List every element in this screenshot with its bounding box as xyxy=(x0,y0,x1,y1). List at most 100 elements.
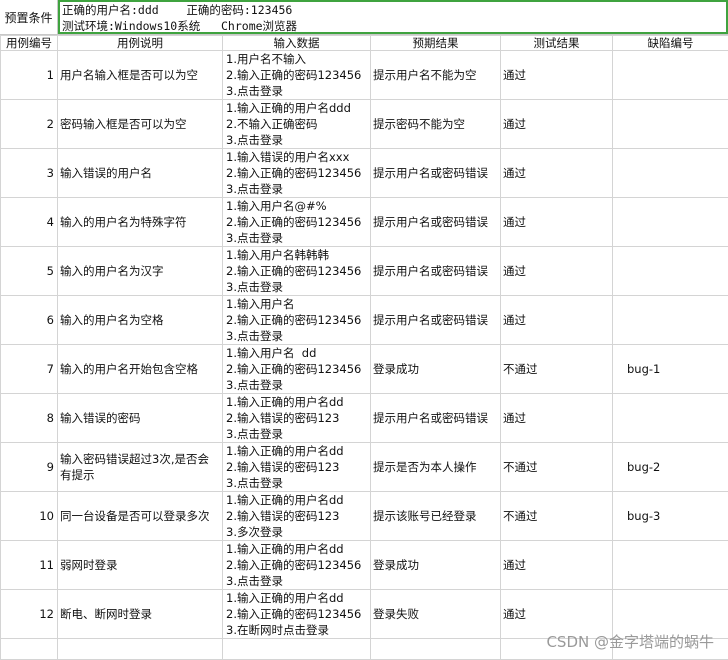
expected-cell[interactable]: 登录成功 xyxy=(371,345,501,394)
empty-cell[interactable] xyxy=(371,639,501,660)
input-step: 1.输入正确的用户名dd xyxy=(226,492,367,508)
case-desc-cell[interactable]: 输入的用户名为特殊字符 xyxy=(58,198,223,247)
input-step: 1.输入用户名@#% xyxy=(226,198,367,214)
precondition-label[interactable]: 预置条件 xyxy=(0,0,58,34)
case-id-cell[interactable]: 12 xyxy=(1,590,58,639)
header-bug-id[interactable]: 缺陷编号 xyxy=(613,36,728,51)
bug-id-cell[interactable] xyxy=(613,394,728,443)
case-id-cell[interactable]: 2 xyxy=(1,100,58,149)
case-desc-cell[interactable]: 断电、断网时登录 xyxy=(58,590,223,639)
header-input-data[interactable]: 输入数据 xyxy=(223,36,371,51)
empty-cell[interactable] xyxy=(58,639,223,660)
case-desc-cell[interactable]: 用户名输入框是否可以为空 xyxy=(58,51,223,100)
result-cell[interactable]: 通过 xyxy=(501,51,613,100)
input-data-cell[interactable]: 1.用户名不输入2.输入正确的密码1234563.点击登录 xyxy=(223,51,371,100)
empty-cell[interactable] xyxy=(223,639,371,660)
case-id-cell[interactable]: 7 xyxy=(1,345,58,394)
case-id-cell[interactable]: 9 xyxy=(1,443,58,492)
table-row: 2密码输入框是否可以为空1.输入正确的用户名ddd2.不输入正确密码3.点击登录… xyxy=(1,100,728,149)
input-data-cell[interactable]: 1.输入正确的用户名dd2.输入错误的密码1233.多次登录 xyxy=(223,492,371,541)
input-step: 1.用户名不输入 xyxy=(226,51,367,67)
expected-cell[interactable]: 提示用户名或密码错误 xyxy=(371,149,501,198)
case-desc-cell[interactable]: 密码输入框是否可以为空 xyxy=(58,100,223,149)
result-cell[interactable]: 通过 xyxy=(501,247,613,296)
precondition-cell[interactable]: 正确的用户名:ddd 正确的密码:123456 测试环境:Windows10系统… xyxy=(58,0,728,34)
header-case-desc[interactable]: 用例说明 xyxy=(58,36,223,51)
header-expected[interactable]: 预期结果 xyxy=(371,36,501,51)
expected-cell[interactable]: 提示用户名或密码错误 xyxy=(371,247,501,296)
case-desc-cell[interactable]: 同一台设备是否可以登录多次 xyxy=(58,492,223,541)
bug-id-cell[interactable]: bug-3 xyxy=(613,492,728,541)
input-data-cell[interactable]: 1.输入用户名 dd2.输入正确的密码1234563.点击登录 xyxy=(223,345,371,394)
empty-cell[interactable] xyxy=(1,639,58,660)
input-step: 2.输入正确的密码123456 xyxy=(226,67,367,83)
expected-cell[interactable]: 提示用户名不能为空 xyxy=(371,51,501,100)
input-data-cell[interactable]: 1.输入错误的用户名xxx2.输入正确的密码1234563.点击登录 xyxy=(223,149,371,198)
input-step: 3.点击登录 xyxy=(226,475,367,491)
result-cell[interactable]: 不通过 xyxy=(501,443,613,492)
expected-cell[interactable]: 登录失败 xyxy=(371,590,501,639)
case-desc-cell[interactable]: 输入错误的用户名 xyxy=(58,149,223,198)
table-row: 8输入错误的密码1.输入正确的用户名dd2.输入错误的密码1233.点击登录提示… xyxy=(1,394,728,443)
case-desc-cell[interactable]: 弱网时登录 xyxy=(58,541,223,590)
result-cell[interactable]: 通过 xyxy=(501,149,613,198)
header-case-id[interactable]: 用例编号 xyxy=(1,36,58,51)
result-cell[interactable]: 通过 xyxy=(501,198,613,247)
bug-id-cell[interactable]: bug-2 xyxy=(613,443,728,492)
expected-cell[interactable]: 提示用户名或密码错误 xyxy=(371,296,501,345)
result-cell[interactable]: 通过 xyxy=(501,541,613,590)
table-row: 5输入的用户名为汉字1.输入用户名韩韩韩2.输入正确的密码1234563.点击登… xyxy=(1,247,728,296)
case-id-cell[interactable]: 4 xyxy=(1,198,58,247)
precondition-line-2: 测试环境:Windows10系统 Chrome浏览器 xyxy=(62,18,724,34)
case-id-cell[interactable]: 10 xyxy=(1,492,58,541)
result-cell[interactable]: 通过 xyxy=(501,100,613,149)
bug-id-cell[interactable] xyxy=(613,51,728,100)
case-desc-cell[interactable]: 输入的用户名为汉字 xyxy=(58,247,223,296)
expected-cell[interactable]: 提示该账号已经登录 xyxy=(371,492,501,541)
case-id-cell[interactable]: 3 xyxy=(1,149,58,198)
input-data-cell[interactable]: 1.输入正确的用户名ddd2.不输入正确密码3.点击登录 xyxy=(223,100,371,149)
input-data-cell[interactable]: 1.输入用户名2.输入正确的密码1234563.点击登录 xyxy=(223,296,371,345)
case-id-cell[interactable]: 8 xyxy=(1,394,58,443)
expected-cell[interactable]: 提示用户名或密码错误 xyxy=(371,198,501,247)
bug-id-cell[interactable] xyxy=(613,198,728,247)
case-id-cell[interactable]: 1 xyxy=(1,51,58,100)
input-step: 3.点击登录 xyxy=(226,230,367,246)
result-cell[interactable]: 通过 xyxy=(501,296,613,345)
precondition-line-1: 正确的用户名:ddd 正确的密码:123456 xyxy=(62,2,724,18)
header-result[interactable]: 测试结果 xyxy=(501,36,613,51)
expected-cell[interactable]: 提示密码不能为空 xyxy=(371,100,501,149)
table-row: 6输入的用户名为空格1.输入用户名2.输入正确的密码1234563.点击登录提示… xyxy=(1,296,728,345)
result-cell[interactable]: 不通过 xyxy=(501,492,613,541)
input-data-cell[interactable]: 1.输入正确的用户名dd2.输入错误的密码1233.点击登录 xyxy=(223,443,371,492)
bug-id-cell[interactable] xyxy=(613,247,728,296)
case-id-cell[interactable]: 11 xyxy=(1,541,58,590)
expected-cell[interactable]: 登录成功 xyxy=(371,541,501,590)
case-desc-cell[interactable]: 输入密码错误超过3次,是否会有提示 xyxy=(58,443,223,492)
expected-cell[interactable]: 提示用户名或密码错误 xyxy=(371,394,501,443)
case-id-cell[interactable]: 5 xyxy=(1,247,58,296)
input-data-cell[interactable]: 1.输入用户名韩韩韩2.输入正确的密码1234563.点击登录 xyxy=(223,247,371,296)
result-cell[interactable]: 通过 xyxy=(501,394,613,443)
input-step: 2.输入正确的密码123456 xyxy=(226,165,367,181)
input-data-cell[interactable]: 1.输入用户名@#%2.输入正确的密码1234563.点击登录 xyxy=(223,198,371,247)
input-data-cell[interactable]: 1.输入正确的用户名dd2.输入正确的密码1234563.点击登录 xyxy=(223,541,371,590)
case-desc-cell[interactable]: 输入错误的密码 xyxy=(58,394,223,443)
input-step: 1.输入正确的用户名dd xyxy=(226,590,367,606)
input-data-cell[interactable]: 1.输入正确的用户名dd2.输入错误的密码1233.点击登录 xyxy=(223,394,371,443)
input-step: 3.点击登录 xyxy=(226,377,367,393)
input-step: 3.点击登录 xyxy=(226,83,367,99)
bug-id-cell[interactable] xyxy=(613,100,728,149)
table-row: 7输入的用户名开始包含空格1.输入用户名 dd2.输入正确的密码1234563.… xyxy=(1,345,728,394)
bug-id-cell[interactable] xyxy=(613,296,728,345)
case-desc-cell[interactable]: 输入的用户名开始包含空格 xyxy=(58,345,223,394)
case-id-cell[interactable]: 6 xyxy=(1,296,58,345)
expected-cell[interactable]: 提示是否为本人操作 xyxy=(371,443,501,492)
bug-id-cell[interactable] xyxy=(613,541,728,590)
table-row: 10同一台设备是否可以登录多次1.输入正确的用户名dd2.输入错误的密码1233… xyxy=(1,492,728,541)
bug-id-cell[interactable]: bug-1 xyxy=(613,345,728,394)
bug-id-cell[interactable] xyxy=(613,149,728,198)
input-data-cell[interactable]: 1.输入正确的用户名dd2.输入正确的密码1234563.在断网时点击登录 xyxy=(223,590,371,639)
result-cell[interactable]: 不通过 xyxy=(501,345,613,394)
case-desc-cell[interactable]: 输入的用户名为空格 xyxy=(58,296,223,345)
